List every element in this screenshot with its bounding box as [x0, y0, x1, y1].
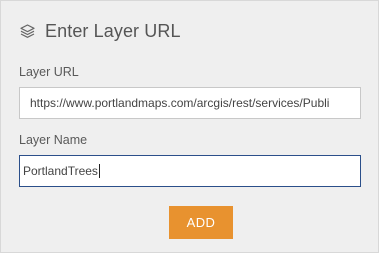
layer-url-value: https://www.portlandmaps.com/arcgis/rest…: [30, 96, 330, 110]
text-caret: [98, 164, 100, 178]
layer-name-label: Layer Name: [19, 133, 88, 147]
layers-icon: [19, 23, 36, 40]
add-layer-panel: Enter Layer URL Layer URL https://www.po…: [0, 0, 379, 253]
panel-header: Enter Layer URL: [19, 19, 181, 43]
layer-url-input[interactable]: https://www.portlandmaps.com/arcgis/rest…: [19, 87, 361, 119]
add-button[interactable]: ADD: [169, 206, 233, 239]
layer-name-input[interactable]: PortlandTrees: [19, 155, 361, 187]
layer-url-label: Layer URL: [19, 65, 79, 79]
layer-name-value: PortlandTrees: [23, 164, 98, 178]
panel-title: Enter Layer URL: [45, 20, 181, 41]
